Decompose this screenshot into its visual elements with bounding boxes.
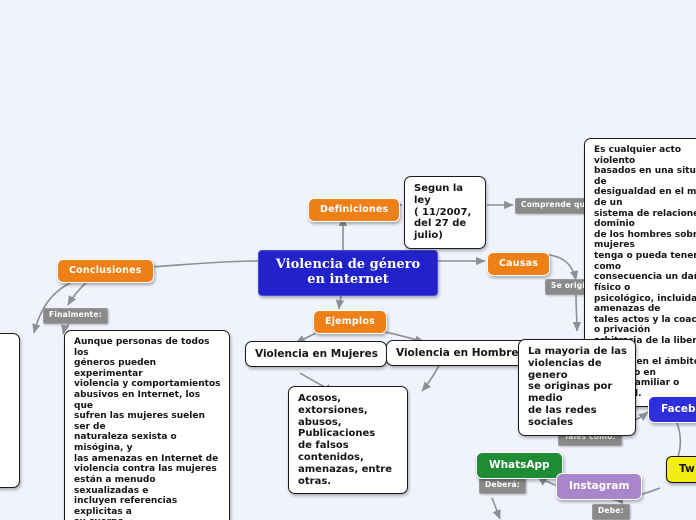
brand-node-twitter[interactable]: Tw [666,456,696,484]
box-redes-sociales[interactable]: La mayoria de las violencias de genero s… [518,339,636,436]
central-topic[interactable]: Violencia de género en internet [258,250,438,296]
box-segun-la-ley[interactable]: Segun la ley ( 11/2007, del 27 de julio) [404,176,486,249]
box-conclusion-texto[interactable]: Aunque personas de todos los géneros pue… [64,330,230,520]
topic-ejemplos[interactable]: Ejemplos [313,310,387,335]
relation-label-finalmente: Finalmente: [43,308,108,324]
topic-definiciones[interactable]: Definiciones [308,198,401,223]
relation-label-debe: Debe: [592,504,630,520]
box-clipped-left[interactable]: o s | [0,333,20,488]
box-violencia-en-hombres[interactable]: Violencia en Hombres [386,340,534,367]
mindmap-canvas: Violencia de género en internet Definici… [0,0,696,520]
relation-label-debera: Deberá: [479,478,526,494]
topic-causas[interactable]: Causas [487,252,551,277]
brand-node-instagram[interactable]: Instagram [556,473,643,501]
brand-node-facebook[interactable]: Faceboo [648,396,696,424]
box-acosos-extorsiones[interactable]: Acosos, extorsiones, abusos, Publicacion… [288,386,408,495]
topic-conclusiones[interactable]: Conclusiones [57,259,154,284]
brand-node-whatsapp[interactable]: WhatsApp [476,452,563,480]
box-violencia-en-mujeres[interactable]: Violencia en Mujeres [245,341,387,368]
